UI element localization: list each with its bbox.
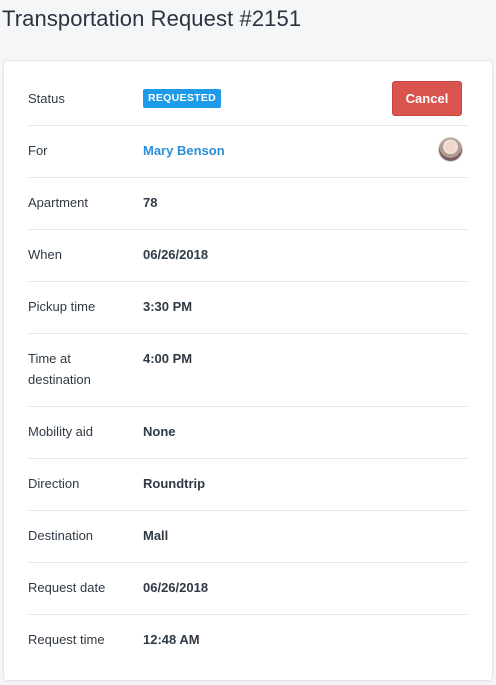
apartment-label: Apartment [28,195,88,210]
when-row: When 06/26/2018 [28,244,468,282]
destination-row: Destination Mall [28,525,468,563]
time-at-destination-label: Time at destination [28,351,91,387]
direction-label: Direction [28,476,80,491]
destination-label: Destination [28,528,94,543]
status-label: Status [28,91,65,106]
status-badge: REQUESTED [143,89,222,108]
mobility-aid-row: Mobility aid None [28,421,468,459]
when-label: When [28,247,62,262]
request-time-row: Request time 12:48 AM [28,629,468,667]
cancel-button[interactable]: Cancel [392,81,462,116]
destination-value: Mall [143,528,169,543]
page-title: Transportation Request #2151 [2,6,302,31]
direction-row: Direction Roundtrip [28,473,468,511]
pickup-time-row: Pickup time 3:30 PM [28,296,468,334]
time-at-destination-value: 4:00 PM [143,351,193,366]
when-value: 06/26/2018 [143,247,209,262]
request-time-value: 12:48 AM [143,632,200,647]
request-date-label: Request date [28,580,106,595]
avatar[interactable] [438,137,463,162]
for-label: For [28,143,48,158]
time-at-destination-row: Time at destination 4:00 PM [28,348,468,407]
apartment-value: 78 [143,195,158,210]
pickup-time-value: 3:30 PM [143,299,193,314]
mobility-aid-label: Mobility aid [28,424,94,439]
mobility-aid-value: None [143,424,176,439]
request-time-label: Request time [28,632,105,647]
request-date-value: 06/26/2018 [143,580,209,595]
request-date-row: Request date 06/26/2018 [28,577,468,615]
apartment-row: Apartment 78 [28,192,468,230]
resident-name-link[interactable]: Mary Benson [143,140,225,161]
request-details-card: Status REQUESTED Cancel For Mary Benson … [3,60,493,681]
for-row: For Mary Benson [28,137,468,178]
status-row: Status REQUESTED Cancel [28,81,468,126]
direction-value: Roundtrip [143,476,206,491]
pickup-time-label: Pickup time [28,299,96,314]
